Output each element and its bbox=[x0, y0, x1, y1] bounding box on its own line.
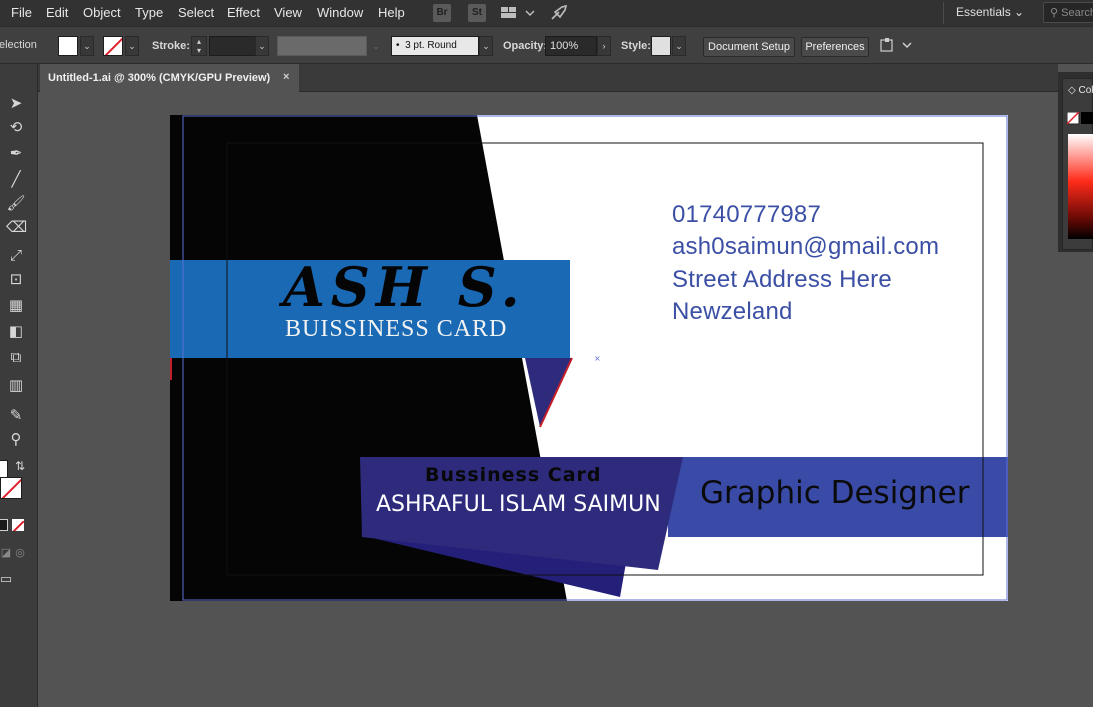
fill-color-swatch[interactable] bbox=[58, 36, 78, 56]
search-icon: ⚲ bbox=[1050, 7, 1059, 19]
stroke-label: Stroke: bbox=[152, 40, 190, 52]
zoom-tool-icon[interactable]: ⚲ bbox=[6, 430, 26, 450]
none-slash-icon bbox=[12, 520, 24, 531]
illustrator-window: File Edit Object Type Select Effect View… bbox=[0, 0, 1093, 707]
search-placeholder: Search bbox=[1061, 7, 1093, 19]
draw-behind-icon[interactable]: ◎ bbox=[10, 543, 30, 563]
color-panel-title[interactable]: ◇ Color bbox=[1068, 85, 1093, 96]
opacity-label: Opacity: bbox=[503, 40, 548, 52]
color-panel-label: Color bbox=[1078, 85, 1093, 96]
pen-tool-icon[interactable]: ✒ bbox=[6, 144, 26, 164]
swap-colors-icon[interactable]: ⇅ bbox=[10, 456, 30, 476]
stock-icon[interactable]: St bbox=[468, 4, 486, 22]
menu-effect[interactable]: Effect bbox=[227, 5, 260, 20]
close-icon[interactable]: × bbox=[283, 71, 289, 83]
scale-tool-icon[interactable]: ⤢ bbox=[6, 246, 26, 266]
opacity-arrow-icon[interactable]: › bbox=[597, 36, 611, 56]
card-country[interactable]: Newzeland bbox=[672, 298, 793, 326]
brush-chevron-icon[interactable]: ⌄ bbox=[479, 36, 493, 56]
document-tab-title: Untitled-1.ai @ 300% (CMYK/GPU Preview) bbox=[48, 72, 271, 84]
business-card-artwork: × bbox=[170, 115, 1008, 601]
card-logo-text[interactable]: ASH S. bbox=[283, 257, 526, 317]
preferences-button[interactable]: Preferences bbox=[801, 37, 869, 57]
graph-tool-icon[interactable]: ▥ bbox=[6, 376, 26, 396]
menu-bar: File Edit Object Type Select Effect View… bbox=[0, 0, 1093, 26]
arrange-icon[interactable] bbox=[879, 37, 915, 55]
fill-dropdown-chevron-icon[interactable]: ⌄ bbox=[80, 36, 94, 56]
color-spectrum[interactable] bbox=[1068, 134, 1093, 239]
gradient-tool-icon[interactable]: ◧ bbox=[6, 322, 26, 342]
stroke-color-box[interactable] bbox=[0, 477, 22, 499]
document-setup-button[interactable]: Document Setup bbox=[703, 37, 795, 57]
style-chevron-icon[interactable]: ⌄ bbox=[672, 36, 686, 56]
card-name[interactable]: ASHRAFUL ISLAM SAIMUN bbox=[376, 492, 661, 517]
brush-dot-icon: • bbox=[396, 40, 400, 51]
search-help-field[interactable]: ⚲ Search bbox=[1043, 2, 1093, 23]
eraser-tool-icon[interactable]: ⌫ bbox=[6, 218, 27, 238]
lasso-tool-icon[interactable]: ⟲ bbox=[6, 118, 26, 138]
color-swatches-row[interactable] bbox=[1067, 112, 1093, 126]
stroke-none-swatch[interactable] bbox=[103, 36, 123, 56]
opacity-field[interactable]: 100% bbox=[545, 36, 597, 56]
shape-builder-tool-icon[interactable]: ⧉ bbox=[6, 348, 26, 368]
document-tab[interactable]: Untitled-1.ai @ 300% (CMYK/GPU Preview) … bbox=[40, 64, 299, 92]
graphic-style-swatch[interactable] bbox=[651, 36, 671, 56]
none-slash-icon bbox=[104, 37, 122, 55]
card-phone[interactable]: 01740777987 bbox=[672, 201, 821, 229]
document-tab-bar: Untitled-1.ai @ 300% (CMYK/GPU Preview) … bbox=[38, 64, 1058, 92]
menu-help[interactable]: Help bbox=[378, 5, 405, 20]
style-label: Style: bbox=[621, 40, 651, 52]
menu-file[interactable]: File bbox=[11, 5, 32, 20]
stroke-dropdown-chevron-icon[interactable]: ⌄ bbox=[125, 36, 139, 56]
none-mode-icon[interactable] bbox=[12, 519, 24, 531]
menu-separator bbox=[943, 2, 944, 24]
stroke-weight-chevron-icon[interactable]: ⌄ bbox=[255, 36, 269, 56]
free-transform-tool-icon[interactable]: ⊡ bbox=[6, 270, 26, 290]
card-role[interactable]: Graphic Designer bbox=[700, 475, 969, 511]
menu-object[interactable]: Object bbox=[83, 5, 121, 20]
selection-tool-icon[interactable]: ➤ bbox=[6, 94, 26, 114]
color-mode-icon[interactable] bbox=[0, 519, 8, 531]
perspective-grid-tool-icon[interactable]: ▦ bbox=[6, 296, 26, 316]
selection-label: election bbox=[0, 39, 37, 51]
arrange-documents-icon[interactable] bbox=[501, 5, 537, 21]
red-edge-marker bbox=[170, 358, 172, 380]
card-subtitle[interactable]: BUISSINESS CARD bbox=[285, 316, 507, 343]
gpu-performance-icon[interactable] bbox=[549, 3, 569, 23]
menu-view[interactable]: View bbox=[274, 5, 302, 20]
none-slash-icon bbox=[1, 478, 21, 498]
line-tool-icon[interactable]: ╱ bbox=[6, 170, 26, 190]
control-bar: election ⌄ ⌄ Stroke: ▴ ▾ ⌄ ⌄ • 3 pt. Roun… bbox=[0, 26, 1093, 64]
center-point-marker: × bbox=[594, 354, 601, 363]
screen-mode-icon[interactable]: ▭ bbox=[0, 569, 16, 589]
profile-chevron-icon[interactable]: ⌄ bbox=[369, 36, 383, 56]
stroke-weight-field[interactable] bbox=[209, 36, 257, 56]
card-street[interactable]: Street Address Here bbox=[672, 266, 892, 294]
card-email[interactable]: ash0saimun@gmail.com bbox=[672, 233, 939, 261]
brush-definition-field[interactable]: • 3 pt. Round bbox=[391, 36, 479, 56]
variable-width-profile[interactable] bbox=[277, 36, 367, 56]
tools-panel: ➤ ⟲ ✒ ╱ 🖌 ⌫ ⤢ ⊡ ▦ ◧ ⧉ ▥ ✎ ⚲ ⇅ ◪ ◎ ▭ bbox=[0, 64, 38, 707]
menu-window[interactable]: Window bbox=[317, 5, 363, 20]
artboard: × 01740777987 ash0saimun@gmail.com Stree… bbox=[170, 115, 1008, 601]
menu-type[interactable]: Type bbox=[135, 5, 163, 20]
color-panel: ◇ Color bbox=[1062, 78, 1093, 250]
eyedropper-tool-icon[interactable]: ✎ bbox=[6, 406, 26, 426]
menu-select[interactable]: Select bbox=[178, 5, 214, 20]
workspace-switcher[interactable]: Essentials ⌄ bbox=[956, 5, 1024, 19]
stroke-weight-stepper[interactable]: ▴ ▾ bbox=[191, 36, 207, 56]
menu-edit[interactable]: Edit bbox=[46, 5, 68, 20]
card-business-label[interactable]: Bussiness Card bbox=[425, 464, 602, 486]
workspace-label: Essentials bbox=[956, 5, 1011, 19]
paintbrush-tool-icon[interactable]: 🖌 bbox=[6, 194, 26, 214]
chevron-down-icon: ⌄ bbox=[1014, 5, 1025, 19]
bridge-icon[interactable]: Br bbox=[433, 4, 451, 22]
brush-definition-value: 3 pt. Round bbox=[405, 40, 457, 51]
